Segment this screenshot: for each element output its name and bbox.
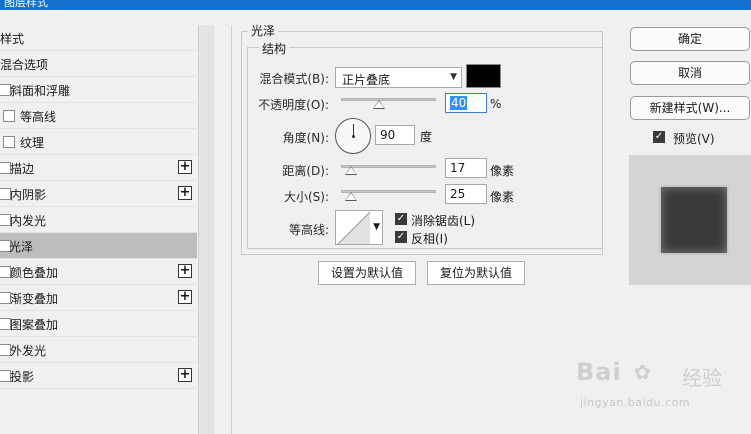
structure-group-title: 结构 bbox=[259, 40, 290, 57]
watermark-url: jingyan.baidu.com bbox=[580, 396, 691, 409]
preview-checkbox[interactable]: ✓ bbox=[653, 131, 665, 143]
preview-swatch bbox=[661, 187, 727, 253]
style-list-item-label: 样式 bbox=[0, 32, 25, 46]
invert-label: 反相(I) bbox=[411, 232, 448, 246]
distance-input[interactable]: 17 bbox=[445, 158, 487, 178]
satin-group-title: 光泽 bbox=[248, 22, 279, 39]
watermark-logo-text: Bai bbox=[576, 358, 622, 386]
style-list-panel: 样式混合选项斜面和浮雕等高线纹理描边 + 内阴影 + 内发光光泽颜色叠加 + 渐变叠加 + 图案… bbox=[0, 25, 214, 434]
contour-label: 等高线: bbox=[288, 223, 329, 237]
style-list-item-label: 图案叠加 bbox=[10, 318, 59, 332]
style-list-item-label: 外发光 bbox=[10, 344, 47, 358]
style-list-item-label: 纹理 bbox=[20, 136, 45, 150]
size-slider-thumb[interactable] bbox=[344, 192, 357, 201]
angle-label: 角度(N): bbox=[282, 131, 329, 145]
opacity-input[interactable]: 40 bbox=[445, 93, 487, 113]
blend-mode-label: 混合模式(B): bbox=[259, 72, 329, 86]
blend-mode-select[interactable]: 正片叠底 ▼ bbox=[335, 67, 462, 88]
antialias-checkbox[interactable]: ✓ bbox=[395, 213, 407, 225]
style-list-item-label: 内发光 bbox=[10, 214, 47, 228]
window-title: 图层样式 bbox=[4, 0, 48, 9]
opacity-unit: % bbox=[490, 97, 502, 111]
style-list-item[interactable]: 光泽 bbox=[0, 233, 197, 259]
style-list: 样式混合选项斜面和浮雕等高线纹理描边 + 内阴影 + 内发光光泽颜色叠加 + 渐变叠加 + 图案… bbox=[0, 25, 197, 389]
distance-slider-thumb[interactable] bbox=[344, 166, 357, 175]
style-list-item-label: 内阴影 bbox=[10, 188, 47, 202]
add-effect-icon[interactable]: + bbox=[178, 186, 192, 200]
watermark: Bai ✿ 经验 jingyan.baidu.com bbox=[574, 358, 751, 412]
style-list-item[interactable]: 图案叠加 bbox=[0, 311, 197, 337]
style-list-item-label: 投影 bbox=[10, 370, 35, 384]
satin-color-swatch[interactable] bbox=[466, 64, 501, 88]
reset-default-button[interactable]: 复位为默认值 bbox=[427, 261, 525, 285]
set-default-button[interactable]: 设置为默认值 bbox=[318, 261, 416, 285]
style-list-item-label: 光泽 bbox=[9, 240, 34, 254]
style-list-item[interactable]: 混合选项 bbox=[0, 51, 197, 77]
style-list-item-label: 斜面和浮雕 bbox=[10, 84, 71, 98]
style-list-item[interactable]: 描边 + bbox=[0, 155, 197, 181]
style-list-scrollbar[interactable] bbox=[198, 25, 214, 434]
size-unit: 像素 bbox=[490, 190, 515, 204]
cancel-button[interactable]: 取消 bbox=[630, 61, 750, 85]
add-effect-icon[interactable]: + bbox=[178, 368, 192, 382]
style-checkbox[interactable] bbox=[3, 136, 15, 148]
size-input[interactable]: 25 bbox=[445, 184, 487, 204]
angle-input[interactable]: 90 bbox=[375, 125, 415, 145]
style-list-item-label: 颜色叠加 bbox=[10, 266, 59, 280]
ok-button[interactable]: 确定 bbox=[630, 27, 750, 51]
size-label: 大小(S): bbox=[283, 190, 329, 204]
chevron-down-icon: ▼ bbox=[373, 222, 380, 232]
style-list-item[interactable]: 外发光 bbox=[0, 337, 197, 363]
style-list-item-label: 混合选项 bbox=[0, 58, 49, 72]
title-bar: 图层样式 bbox=[0, 0, 751, 10]
chevron-down-icon: ▼ bbox=[450, 72, 457, 82]
preview-label: 预览(V) bbox=[673, 132, 715, 146]
contour-picker[interactable]: ▼ bbox=[335, 210, 383, 245]
opacity-label: 不透明度(O): bbox=[258, 98, 329, 112]
style-list-item[interactable]: 样式 bbox=[0, 25, 197, 51]
style-list-item[interactable]: 颜色叠加 + bbox=[0, 259, 197, 285]
style-list-item-label: 描边 bbox=[10, 162, 35, 176]
angle-dial[interactable] bbox=[335, 118, 371, 154]
opacity-slider-thumb[interactable] bbox=[373, 100, 385, 109]
angle-center-dot bbox=[352, 135, 355, 138]
style-list-item-label: 渐变叠加 bbox=[10, 292, 59, 306]
style-list-item[interactable]: 斜面和浮雕 bbox=[0, 77, 197, 103]
style-list-item[interactable]: 等高线 bbox=[0, 103, 197, 129]
divider bbox=[231, 25, 232, 434]
style-list-item[interactable]: 渐变叠加 + bbox=[0, 285, 197, 311]
style-list-item-label: 等高线 bbox=[20, 110, 57, 124]
paw-icon: ✿ bbox=[634, 360, 651, 384]
blend-mode-value: 正片叠底 bbox=[342, 73, 391, 87]
style-checkbox[interactable] bbox=[3, 110, 15, 122]
opacity-slider-track[interactable] bbox=[341, 98, 436, 101]
antialias-label: 消除锯齿(L) bbox=[411, 214, 476, 228]
distance-unit: 像素 bbox=[490, 164, 515, 178]
watermark-logo-suffix: 经验 bbox=[682, 366, 722, 390]
add-effect-icon[interactable]: + bbox=[178, 264, 192, 278]
angle-unit: 度 bbox=[420, 130, 433, 144]
new-style-button[interactable]: 新建样式(W)... bbox=[630, 96, 750, 120]
distance-label: 距离(D): bbox=[282, 164, 329, 178]
style-list-item[interactable]: 内阴影 + bbox=[0, 181, 197, 207]
invert-checkbox[interactable]: ✓ bbox=[395, 231, 407, 243]
contour-curve-icon bbox=[337, 211, 371, 244]
add-effect-icon[interactable]: + bbox=[178, 290, 192, 304]
style-list-item[interactable]: 内发光 bbox=[0, 207, 197, 233]
style-list-item[interactable]: 投影 + bbox=[0, 363, 197, 389]
add-effect-icon[interactable]: + bbox=[178, 160, 192, 174]
style-preview bbox=[629, 155, 751, 285]
style-list-item[interactable]: 纹理 bbox=[0, 129, 197, 155]
